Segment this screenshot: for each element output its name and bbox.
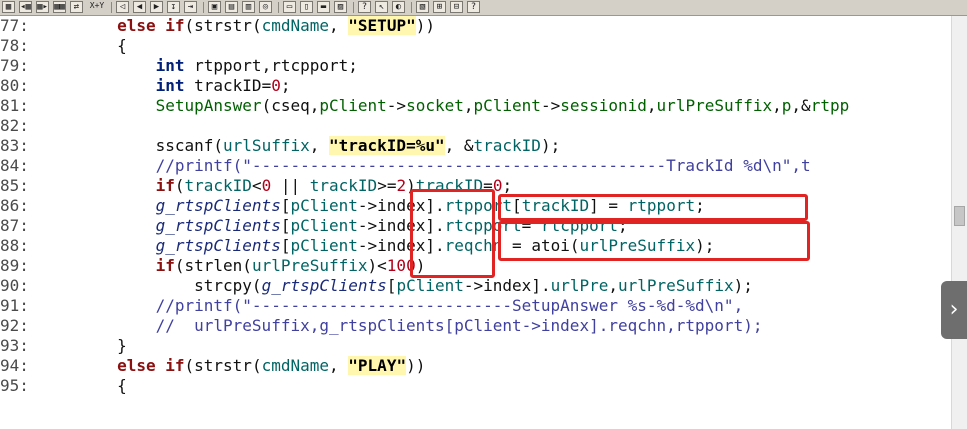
find-icon[interactable]: ▦ (2, 1, 15, 13)
layout-split-icon[interactable]: ▯ (300, 1, 313, 13)
code-text: } (40, 336, 127, 355)
scrollbar-thumb[interactable] (954, 206, 965, 226)
find-next-icon[interactable]: ▦▸ (36, 1, 49, 13)
code-text: else if(strstr(cmdName, "SETUP")) (117, 16, 435, 35)
x-y-icon[interactable]: X+Y (87, 1, 107, 13)
code-text: sscanf(urlSuffix, "trackID=%u", &trackID… (155, 136, 561, 155)
tree-icon[interactable]: ⊞ (433, 1, 446, 13)
hierarchy-icon[interactable]: ⊟ (450, 1, 463, 13)
code-text: int trackID=0; (155, 76, 291, 95)
line-number: 84: (0, 156, 29, 175)
code-text: else if(strstr(cmdName, "PLAY")) (117, 356, 426, 375)
browse-icon[interactable]: ◐ (392, 1, 405, 13)
code-text: strcpy(g_rtspClients[pClient->index].url… (194, 276, 753, 295)
line-number: 89: (0, 256, 29, 275)
line-number: 87: (0, 216, 29, 235)
line-number: 79: (0, 56, 29, 75)
line-number: 92: (0, 316, 29, 335)
code-text: { (40, 36, 127, 55)
toolbar-separator (111, 2, 112, 13)
toolbar-separator (278, 2, 279, 13)
help-icon[interactable]: ? (467, 1, 480, 13)
toolbar-separator (203, 2, 204, 13)
line-number: 77: (0, 16, 29, 35)
code-text: int rtpport,rtcpport; (155, 56, 358, 75)
code-text: SetupAnswer(cseq,pClient->socket,pClient… (155, 96, 850, 115)
line-number: 95: (0, 376, 29, 395)
layout-single-icon[interactable]: ▭ (283, 1, 296, 13)
toolbar: ▦ ◂▦ ▦▸ ▦▦ ⇄ X+Y ◁ ◀ ▶ ↧ ⇥ ▣ ▤ ▥ ◎ ▭ ▯ ▬ ▨? ↖ ◐ ▧ ⊞ ⊟? (0, 0, 967, 16)
find-in-files-icon[interactable]: ▦▦ (53, 1, 66, 13)
line-number: 93: (0, 336, 29, 355)
overview-icon[interactable]: ▧ (416, 1, 429, 13)
code-editor[interactable]: 77: else if(strstr(cmdName, "SETUP")) 78:… (0, 16, 951, 429)
jump-end-icon[interactable]: ⇥ (184, 1, 197, 13)
chevron-right-icon: › (949, 297, 959, 322)
code-text: if(strlen(urlPreSuffix)<100) (155, 256, 426, 275)
replace-icon[interactable]: ⇄ (70, 1, 83, 13)
line-number: 83: (0, 136, 29, 155)
symbol-info-icon[interactable]: ? (358, 1, 371, 13)
highlight-box-index (410, 189, 495, 278)
line-number: 80: (0, 76, 29, 95)
code-text: { (40, 376, 127, 395)
vertical-scrollbar[interactable] (951, 16, 967, 429)
toolbar-separator (353, 2, 354, 13)
line-number: 86: (0, 196, 29, 215)
line-number: 82: (0, 116, 29, 135)
code-text: // urlPreSuffix,g_rtspClients[pClient->i… (155, 316, 763, 335)
context-window-icon[interactable]: ▥ (242, 1, 255, 13)
code-check-icon[interactable]: ◎ (259, 1, 272, 13)
code-text: //printf("---------------------------Set… (155, 296, 744, 315)
bookmark-back-icon[interactable]: ◁ (116, 1, 129, 13)
line-number: 78: (0, 36, 29, 55)
line-number: 94: (0, 356, 29, 375)
navigate-forward-icon[interactable]: ▶ (150, 1, 163, 13)
line-number: 85: (0, 176, 29, 195)
code-text: //printf("------------------------------… (155, 156, 811, 175)
toolbar-separator (411, 2, 412, 13)
jump-icon[interactable]: ↧ (167, 1, 180, 13)
line-number: 88: (0, 236, 29, 255)
line-number: 90: (0, 276, 29, 295)
find-previous-icon[interactable]: ◂▦ (19, 1, 32, 13)
next-slide-button[interactable]: › (941, 281, 967, 339)
highlight-box-rtcpport-reqchn (498, 221, 810, 261)
layout-restore-icon[interactable]: ▨ (334, 1, 347, 13)
highlight-box-rtpport (498, 194, 808, 221)
relation-window-icon[interactable]: ▤ (225, 1, 238, 13)
layout-stack-icon[interactable]: ▬ (317, 1, 330, 13)
line-number: 91: (0, 296, 29, 315)
help-pointer-icon[interactable]: ↖ (375, 1, 388, 13)
line-number: 81: (0, 96, 29, 115)
navigate-back-icon[interactable]: ◀ (133, 1, 146, 13)
symbol-window-icon[interactable]: ▣ (208, 1, 221, 13)
